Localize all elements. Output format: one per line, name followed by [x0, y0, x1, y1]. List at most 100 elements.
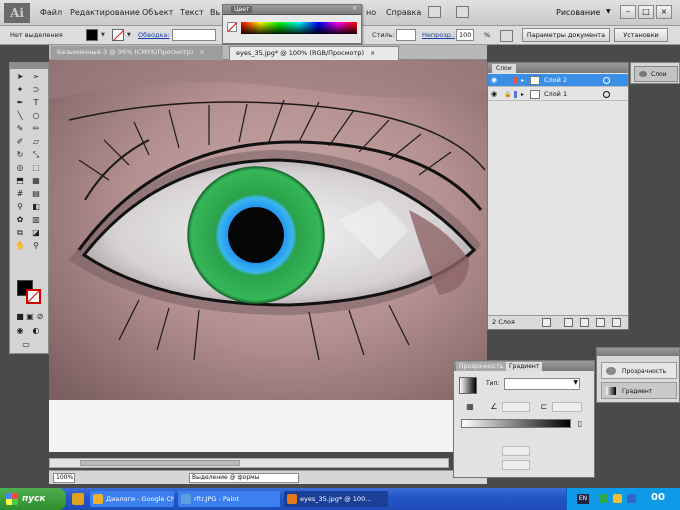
lock-icon[interactable]: 🔒 [504, 88, 511, 101]
trash-icon[interactable]: ▯ [574, 418, 586, 429]
style-picker[interactable] [396, 29, 416, 41]
gradient-preview-swatch[interactable] [459, 377, 477, 394]
color-panel-tab[interactable]: Цвет [231, 6, 253, 13]
clipping-mask-icon[interactable] [564, 318, 573, 327]
horizontal-scrollbar-thumb[interactable] [80, 460, 240, 466]
stroke-gradient-icon[interactable]: ▦ [464, 401, 476, 412]
draw-behind-icon[interactable]: ◐ [30, 325, 42, 336]
task-illustrator[interactable]: eyes_35.jpg* @ 100... [284, 491, 388, 507]
blend-tool-icon[interactable]: ◧ [30, 201, 42, 212]
tools-panel-header[interactable] [10, 63, 48, 69]
layer-row-layer-2[interactable]: ◉ ▸ Слой 2 [488, 74, 628, 87]
tab-layers[interactable]: Слои [492, 64, 516, 73]
menu-type[interactable]: Текст [180, 8, 204, 17]
layers-panel-header[interactable]: Слои [488, 63, 628, 73]
menu-edit[interactable]: Редактирование [70, 8, 140, 17]
new-sublayer-icon[interactable] [580, 318, 589, 327]
menu-help[interactable]: Справка [386, 8, 421, 17]
chevron-down-icon[interactable]: ▼ [573, 379, 578, 386]
tab-eyes-35[interactable]: eyes_35.jpg* @ 100% (RGB/Просмотр) × [229, 46, 399, 60]
trash-icon[interactable] [612, 318, 621, 327]
locate-object-icon[interactable] [542, 318, 551, 327]
expand-arrow-icon[interactable]: ▸ [521, 74, 524, 87]
floating-dock-header[interactable] [597, 348, 679, 356]
layer-row-layer-1[interactable]: ◉ 🔒 ▸ Слой 1 [488, 88, 628, 101]
document-setup-button[interactable]: Параметры документа [522, 28, 610, 42]
paintbrush-tool-icon[interactable]: ✎ [14, 123, 26, 134]
menu-select-partial[interactable]: Вь [210, 8, 220, 17]
angle-field[interactable] [502, 402, 530, 412]
tab-transparency[interactable]: Прозрачность [456, 362, 507, 371]
direct-selection-tool-icon[interactable]: ➢ [30, 71, 42, 82]
eyedropper-tool-icon[interactable]: ⚲ [14, 201, 26, 212]
layer-name[interactable]: Слой 2 [544, 74, 567, 87]
dock-transparency-button[interactable]: Прозрачность [601, 362, 677, 379]
fill-swatch[interactable] [86, 29, 98, 41]
language-indicator[interactable]: EN [577, 494, 589, 504]
tab-gradient[interactable]: Градиент [506, 362, 543, 371]
fill-dropdown-icon[interactable]: ▼ [101, 32, 105, 38]
free-transform-tool-icon[interactable]: ⬚ [30, 162, 42, 173]
stroke-color-box[interactable] [26, 289, 41, 304]
wordpress-icon[interactable] [627, 494, 636, 503]
task-paint[interactable]: rftr.JPG - Paint [178, 491, 280, 507]
stroke-weight-field[interactable] [172, 29, 216, 41]
symbol-sprayer-tool-icon[interactable]: ✿ [14, 214, 26, 225]
expand-arrow-icon[interactable]: ▸ [521, 88, 524, 101]
opacity-link[interactable]: Непрозр.: [422, 31, 455, 39]
opacity-field[interactable]: 100 [456, 29, 474, 41]
new-layer-icon[interactable] [596, 318, 605, 327]
stop-opacity-field[interactable] [502, 446, 530, 456]
layer-target-icon[interactable] [603, 77, 610, 84]
shape-builder-tool-icon[interactable]: ⬒ [14, 175, 26, 186]
magic-wand-tool-icon[interactable]: ✦ [14, 84, 26, 95]
minimize-button[interactable]: – [620, 5, 636, 19]
chevron-down-icon[interactable]: ▼ [606, 8, 611, 15]
selection-tool-icon[interactable]: ➤ [14, 71, 26, 82]
menu-file[interactable]: Файл [40, 8, 62, 17]
horizontal-scrollbar[interactable] [49, 458, 449, 468]
zoom-field[interactable]: 100% [53, 473, 75, 483]
gradient-slider[interactable] [461, 419, 571, 428]
blob-brush-tool-icon[interactable]: ✐ [14, 136, 26, 147]
column-graph-tool-icon[interactable]: ▥ [30, 214, 42, 225]
stroke-swatch[interactable] [112, 29, 124, 41]
arrange-documents-icon[interactable] [456, 6, 469, 18]
gradient-type-select[interactable]: ▼ [504, 378, 580, 390]
none-mode-icon[interactable]: ⊘ [34, 311, 46, 322]
rotate-tool-icon[interactable]: ↻ [14, 149, 26, 160]
stop-location-field[interactable] [502, 460, 530, 470]
close-icon[interactable]: × [199, 49, 204, 56]
screen-mode-icon[interactable]: ▭ [20, 339, 32, 350]
quick-launch-browser-icon[interactable] [72, 493, 84, 505]
artboard-tool-icon[interactable]: ⧉ [14, 227, 26, 238]
draw-mode-icon[interactable]: ◉ [14, 325, 26, 336]
tray-app-icon[interactable] [613, 494, 622, 503]
bridge-icon[interactable] [428, 6, 441, 18]
type-tool-icon[interactable]: T [30, 97, 42, 108]
dock-layers-button[interactable]: Слои [634, 66, 678, 82]
maximize-button[interactable]: □ [638, 5, 654, 19]
color-spectrum[interactable] [241, 22, 357, 34]
layer-target-icon[interactable] [603, 91, 610, 98]
line-tool-icon[interactable]: ╲ [14, 110, 26, 121]
gradient-tool-icon[interactable]: ▤ [30, 188, 42, 199]
aspect-ratio-field[interactable] [552, 402, 582, 412]
ellipse-tool-icon[interactable]: ○ [30, 110, 42, 121]
pencil-tool-icon[interactable]: ✏ [30, 123, 42, 134]
network-icon[interactable] [599, 494, 608, 503]
recolor-icon[interactable] [500, 30, 513, 42]
warp-tool-icon[interactable]: ◎ [14, 162, 26, 173]
visibility-eye-icon[interactable]: ◉ [491, 74, 497, 87]
pen-tool-icon[interactable]: ✒ [14, 97, 26, 108]
perspective-grid-tool-icon[interactable]: ▦ [30, 175, 42, 186]
stroke-weight-link[interactable]: Обводка: [138, 31, 170, 39]
dock-gradient-button[interactable]: Градиент [601, 382, 677, 399]
preferences-button[interactable]: Установки [614, 28, 668, 42]
slice-tool-icon[interactable]: ◪ [30, 227, 42, 238]
menu-object[interactable]: Объект [142, 8, 173, 17]
close-icon[interactable]: × [370, 50, 375, 57]
stroke-dropdown-icon[interactable]: ▼ [127, 32, 131, 38]
visibility-eye-icon[interactable]: ◉ [491, 88, 497, 101]
artboard-area[interactable] [49, 400, 487, 452]
